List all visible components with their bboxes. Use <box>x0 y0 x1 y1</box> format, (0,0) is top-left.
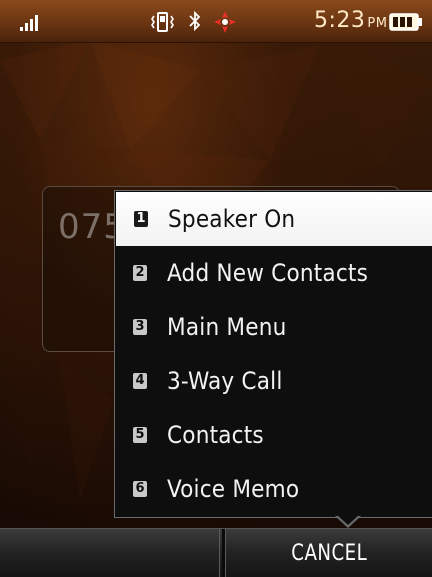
menu-item-label: Speaker On <box>168 205 296 233</box>
menu-number-badge: 4 <box>133 373 147 389</box>
menu-number-badge: 3 <box>133 319 147 335</box>
menu-item-label: Contacts <box>167 421 264 449</box>
signal-icon <box>20 15 38 31</box>
menu-item-3-way-call[interactable]: 4 3-Way Call <box>115 354 432 408</box>
status-bar: 5:23 PM <box>0 0 432 43</box>
clock-time: 5:23 <box>314 8 366 33</box>
phone-screen: 5:23 PM 075 1 Speaker On 2 Add New Contac… <box>0 0 432 577</box>
menu-item-label: Voice Memo <box>167 475 300 503</box>
battery-icon <box>389 13 422 31</box>
menu-number-badge: 5 <box>133 427 147 443</box>
menu-number-badge: 6 <box>133 481 147 497</box>
menu-item-contacts[interactable]: 5 Contacts <box>115 408 432 462</box>
menu-item-label: Add New Contacts <box>167 259 369 287</box>
gps-icon <box>214 11 236 33</box>
menu-number-badge: 2 <box>133 265 147 281</box>
left-softkey[interactable] <box>0 529 220 577</box>
menu-pointer <box>336 514 360 525</box>
clock: 5:23 PM <box>314 8 387 33</box>
clock-ampm: PM <box>367 16 388 31</box>
cancel-softkey-label: CANCEL <box>291 541 367 566</box>
menu-item-main-menu[interactable]: 3 Main Menu <box>115 300 432 354</box>
vibrate-icon <box>151 12 174 32</box>
menu-item-add-new-contacts[interactable]: 2 Add New Contacts <box>115 246 432 300</box>
cancel-softkey[interactable]: CANCEL <box>225 529 432 577</box>
bluetooth-icon <box>189 10 201 32</box>
menu-item-label: 3-Way Call <box>167 367 283 395</box>
menu-item-voice-memo[interactable]: 6 Voice Memo <box>115 462 432 516</box>
call-options-menu: 1 Speaker On 2 Add New Contacts 3 Main M… <box>114 190 432 518</box>
menu-number-badge: 1 <box>134 211 148 227</box>
menu-item-speaker-on[interactable]: 1 Speaker On <box>116 192 432 246</box>
softkey-bar: CANCEL <box>0 528 432 577</box>
menu-item-label: Main Menu <box>167 313 287 341</box>
